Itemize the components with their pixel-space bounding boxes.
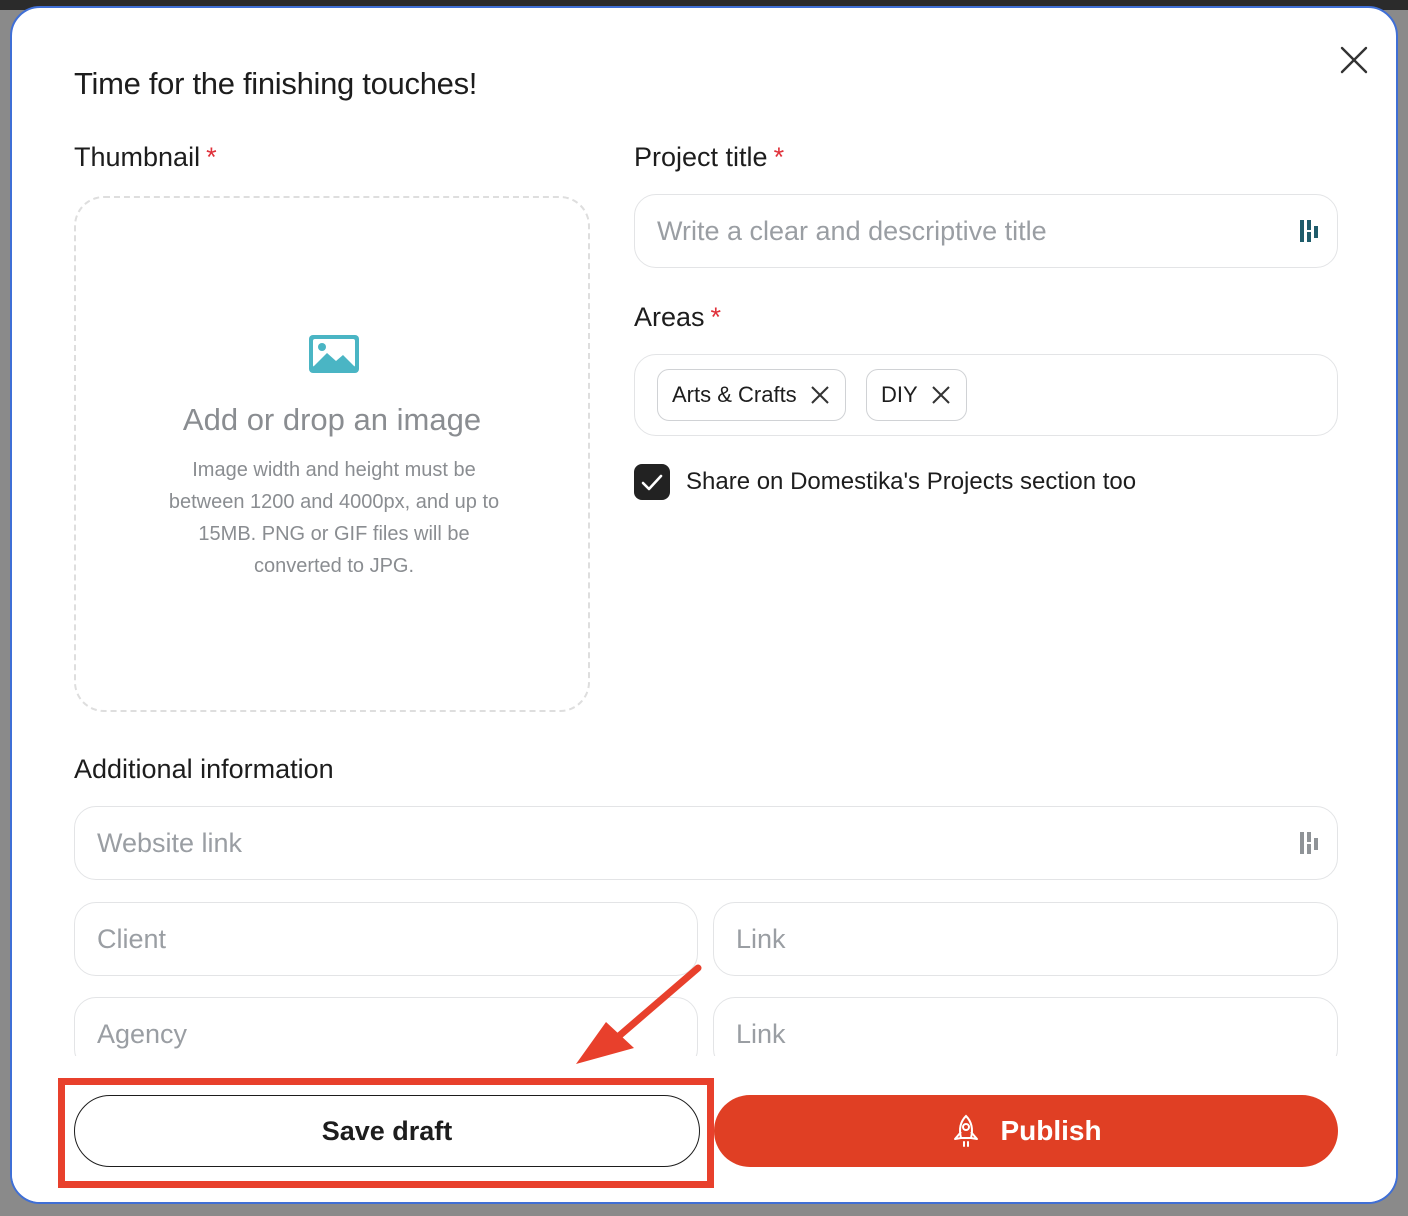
finishing-touches-modal: Time for the finishing touches! Thumbnai… (10, 6, 1398, 1204)
area-tag-label: Arts & Crafts (672, 382, 797, 407)
client-input[interactable] (97, 923, 697, 955)
remove-tag-icon[interactable] (930, 384, 952, 406)
required-mark: * (206, 142, 217, 172)
areas-label: Areas * (634, 302, 721, 333)
dropzone-hint: Image width and height must be between 1… (168, 459, 500, 577)
areas-label-text: Areas (634, 302, 705, 332)
dashlane-icon[interactable] (1299, 218, 1321, 244)
highlight-annotation (58, 1078, 714, 1188)
website-link-field[interactable] (74, 806, 1338, 880)
client-link-field[interactable] (713, 902, 1338, 976)
project-title-label: Project title * (634, 142, 784, 173)
share-checkbox[interactable] (634, 464, 670, 500)
area-tag[interactable]: Arts & Crafts (657, 369, 846, 421)
close-button[interactable] (1334, 40, 1374, 80)
client-link-input[interactable] (736, 923, 1337, 955)
image-icon (309, 335, 359, 373)
project-title-input[interactable] (657, 215, 1337, 247)
project-title-field[interactable] (634, 194, 1338, 268)
publish-button[interactable]: Publish (714, 1095, 1338, 1167)
area-tag[interactable]: DIY (866, 369, 967, 421)
close-icon[interactable] (1334, 40, 1374, 80)
required-mark: * (773, 142, 785, 172)
additional-info-label: Additional information (74, 754, 334, 784)
annotation-arrow-icon (576, 964, 702, 1064)
rocket-icon (954, 1114, 979, 1147)
thumbnail-label: Thumbnail * (74, 142, 217, 173)
share-label: Share on Domestika's Projects section to… (686, 468, 1137, 495)
remove-tag-icon[interactable] (809, 384, 831, 406)
dropzone-title: Add or drop an image (182, 402, 482, 437)
thumbnail-label-text: Thumbnail (74, 142, 201, 172)
required-mark: * (710, 302, 722, 332)
areas-field[interactable]: Arts & Crafts DIY (634, 354, 1338, 436)
checkmark-icon (641, 474, 663, 491)
thumbnail-dropzone[interactable]: Add or drop an image Image width and hei… (74, 196, 590, 712)
website-link-input[interactable] (97, 827, 1337, 859)
area-tag-label: DIY (881, 382, 918, 407)
publish-label: Publish (1000, 1115, 1102, 1146)
project-title-label-text: Project title (634, 142, 768, 172)
modal-title: Time for the finishing touches! (74, 66, 478, 101)
dashlane-icon[interactable] (1299, 830, 1321, 856)
agency-link-input[interactable] (736, 1018, 1337, 1050)
